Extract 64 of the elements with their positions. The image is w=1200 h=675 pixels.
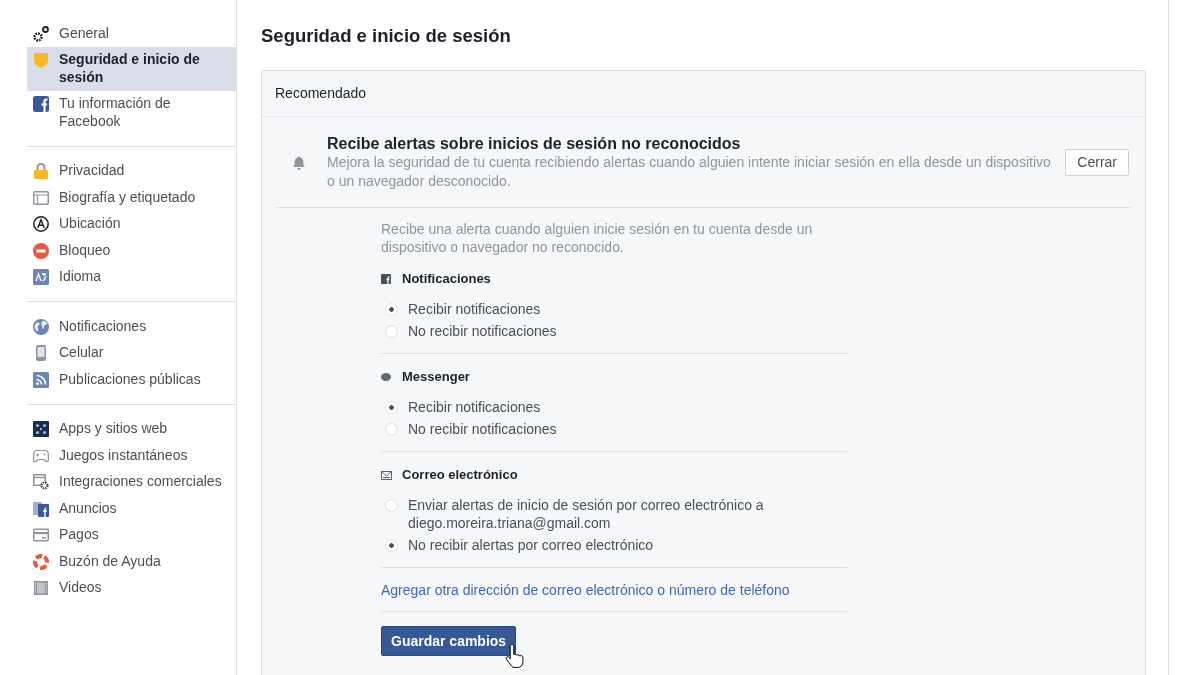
gears-icon: [33, 25, 49, 42]
sidebar-item[interactable]: Tu información de Facebook: [27, 90, 236, 135]
minus-circle-icon: [33, 242, 49, 259]
sidebar-item[interactable]: General: [27, 20, 236, 47]
sidebar-item[interactable]: Apps y sitios web: [27, 415, 236, 442]
gamepad-icon: [33, 447, 49, 464]
credit-card-icon: [33, 527, 49, 543]
sidebar-item[interactable]: Pagos: [27, 521, 236, 548]
logo-square-icon: [381, 274, 391, 284]
section-title: Notificaciones: [402, 270, 491, 288]
lifebuoy-icon: [33, 553, 49, 570]
globe-icon: [33, 318, 49, 335]
sidebar-item[interactable]: Bloqueo: [27, 237, 236, 264]
window-gear-icon: [33, 474, 49, 490]
option-label: Enviar alertas de inicio de sesión por correo electrónico a diego.moreira.triana@gmail.com: [408, 496, 765, 532]
padlock-icon: [33, 163, 49, 179]
sidebar-item[interactable]: Privacidad: [27, 157, 236, 184]
close-button[interactable]: Cerrar: [1065, 149, 1129, 176]
shield-icon: [33, 52, 49, 68]
sidebar-item[interactable]: Seguridad e inicio de sesión: [27, 46, 236, 91]
intro-text: Recibe una alerta cuando alguien inicie sesión en tu cuenta desde un dispositivo o navegador no reconocido.: [381, 220, 814, 256]
option-label: Recibir notificaciones: [408, 398, 542, 416]
page-title: Seguridad e inicio de sesión: [261, 25, 512, 47]
window-icon: [33, 189, 49, 206]
option-label: Recibir notificaciones: [408, 300, 542, 318]
radio-button[interactable]: [385, 538, 398, 552]
sidebar-item[interactable]: Buzón de Ayuda: [27, 548, 236, 575]
bell-icon: [293, 155, 305, 170]
radio-button[interactable]: [385, 324, 398, 338]
sidebar-item[interactable]: Notificaciones: [27, 313, 236, 340]
option-label: No recibir notificaciones: [408, 322, 558, 340]
circled-a-icon: [33, 216, 49, 232]
alert-text: Mejora la seguridad de tu cuenta recibiendo alertas cuando alguien intente iniciar sesión en ella desde un dispositivo o un navegador desconocido.: [327, 153, 1052, 191]
radio-button[interactable]: [385, 498, 398, 512]
sidebar-item[interactable]: Publicaciones públicas: [27, 366, 236, 393]
film-icon: [33, 580, 49, 596]
stacked-pages-icon: [33, 500, 49, 517]
section-title: Messenger: [402, 368, 470, 386]
alert-title: Recibe alertas sobre inicios de sesión no reconocidos: [327, 134, 742, 153]
save-button[interactable]: Guardar cambios: [381, 626, 517, 656]
section-title: Correo electrónico: [402, 466, 518, 484]
sidebar-item[interactable]: Biografía y etiquetado: [27, 184, 236, 211]
option-label: No recibir notificaciones: [408, 420, 558, 438]
phone-icon: [33, 345, 49, 361]
sidebar-item[interactable]: Juegos instantáneos: [27, 442, 236, 469]
sidebar-item[interactable]: Idioma: [27, 263, 236, 290]
speech-bubble-icon: [381, 373, 391, 381]
sidebar-item[interactable]: Ubicación: [27, 210, 236, 237]
radio-button[interactable]: [385, 400, 398, 414]
sidebar-item[interactable]: Videos: [27, 574, 236, 601]
radio-button[interactable]: [385, 302, 398, 316]
option-label: No recibir alertas por correo electrónico: [408, 536, 655, 554]
sidebar-item[interactable]: Anuncios: [27, 495, 236, 522]
radio-button[interactable]: [385, 422, 398, 436]
sidebar-item[interactable]: Integraciones comerciales: [27, 468, 236, 495]
panel-header: Recomendado: [262, 71, 1145, 117]
grid-tile-icon: [33, 421, 49, 437]
sidebar-item[interactable]: Celular: [27, 339, 236, 366]
text-tile-icon: [33, 269, 49, 285]
rss-icon: [33, 371, 49, 388]
add-contact-link[interactable]: Agregar otra dirección de correo electrónico o número de teléfono: [381, 582, 790, 598]
hand-cursor-icon: [505, 643, 525, 669]
logo-square-icon: [33, 96, 49, 112]
envelope-icon: [381, 470, 392, 480]
